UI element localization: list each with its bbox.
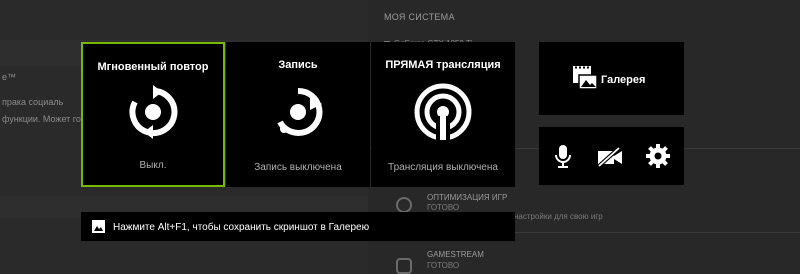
instant-replay-tile[interactable]: Мгновенный повтор Выкл. [81,42,225,187]
optimization-status: ГОТОВО [427,203,460,212]
gamestream-icon [396,258,412,274]
camera-off-icon[interactable] [597,147,623,167]
instant-replay-icon [129,84,178,139]
gallery-label: Галерея [601,74,646,86]
background-text: прака социаль [2,97,64,107]
record-tile[interactable]: Запись Запись выключена [226,42,370,187]
tile-status: Трансляция выключена [388,162,498,173]
optimization-title: ОПТИМИЗАЦИЯ ИГР [427,193,508,202]
screenshot-hint-text: Нажмите Alt+F1, чтобы сохранить скриншот… [113,222,370,233]
microphone-icon[interactable] [555,145,571,169]
settings-gear-icon[interactable] [646,144,670,168]
optimization-icon [396,197,412,213]
broadcast-tile[interactable]: ПРЯМАЯ трансляция Трансляция выключена [371,42,515,187]
tile-title: Запись [278,59,318,71]
tile-status: Выкл. [139,160,167,171]
gallery-icon [573,66,598,90]
tile-status: Запись выключена [254,162,342,173]
tile-title: ПРЯМАЯ трансляция [385,59,501,71]
toolbar-panel [539,127,684,185]
broadcast-icon [414,83,472,142]
gamestream-status: ГОТОВО [427,261,460,270]
record-icon [277,87,323,136]
gamestream-title: GAMESTREAM [427,250,484,259]
tile-title: Мгновенный повтор [97,61,209,73]
image-icon [92,220,105,233]
my-system-title: МОЯ СИСТЕМА [384,12,455,22]
background-text: e™ [2,72,17,82]
optimization-note: настройки для свою игр [514,212,603,221]
